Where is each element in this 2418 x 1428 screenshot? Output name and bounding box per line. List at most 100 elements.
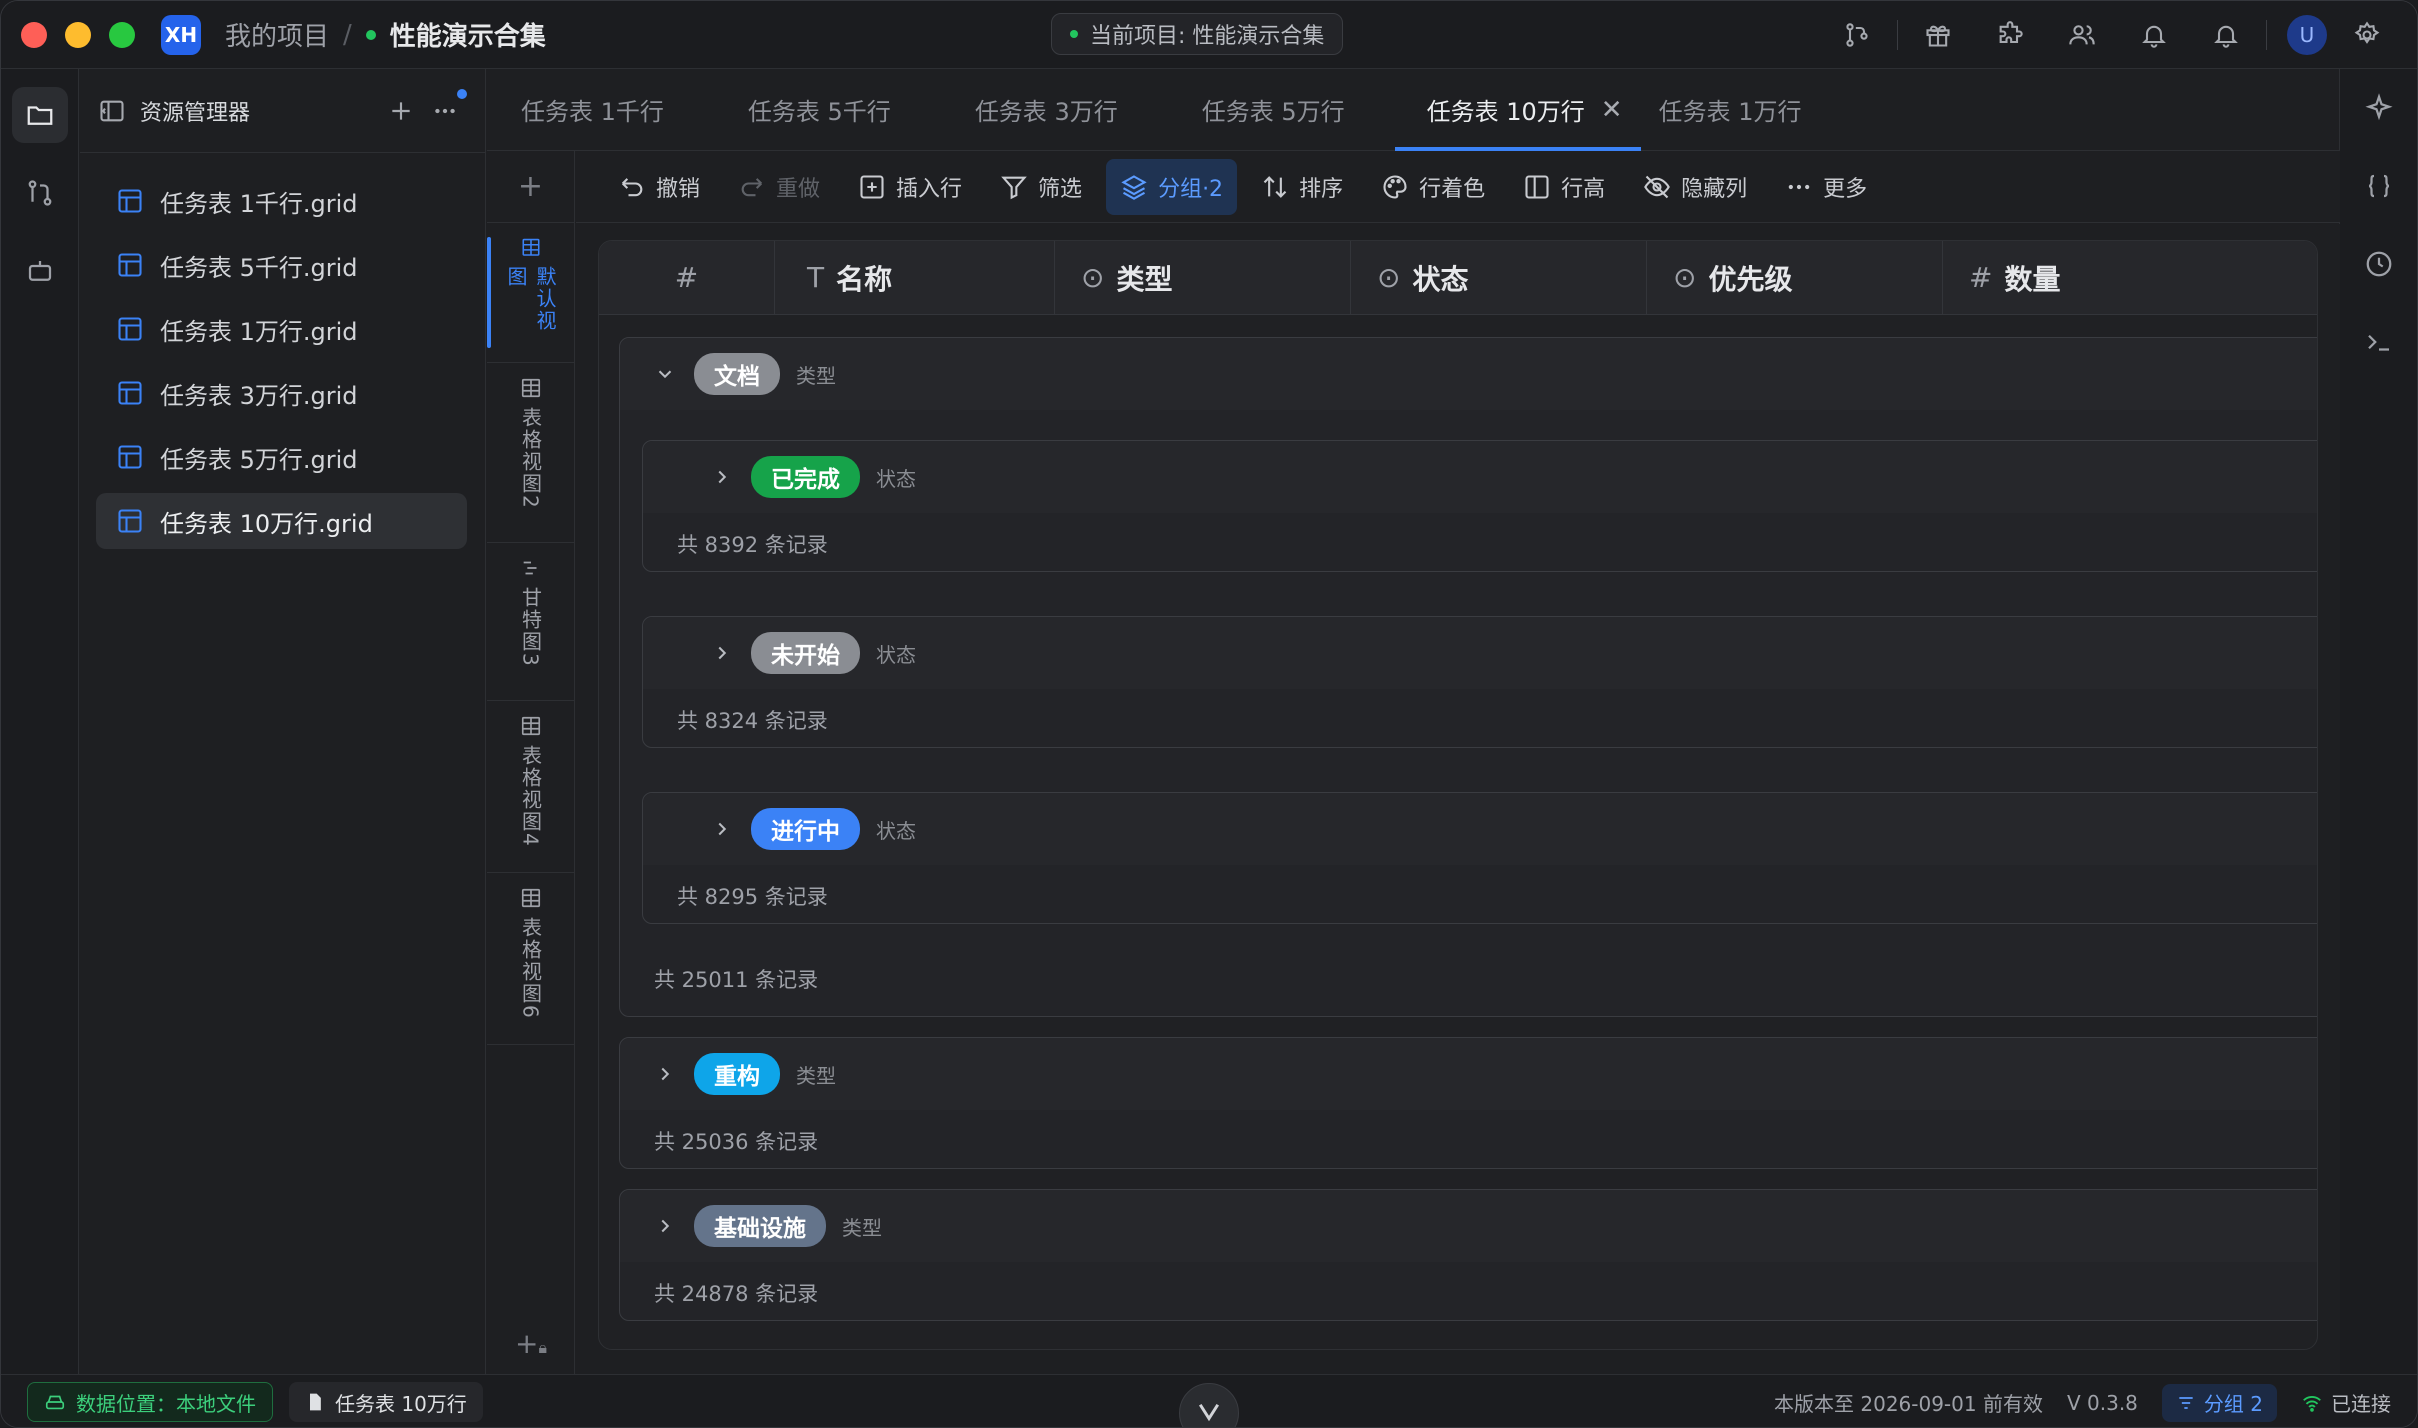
- tab-label: 任务表 5千行: [747, 98, 891, 126]
- filter-button[interactable]: 筛选: [986, 159, 1096, 215]
- subgroup-header[interactable]: 已完成 状态: [643, 441, 2317, 513]
- group-header[interactable]: 基础设施 类型: [620, 1190, 2317, 1262]
- breadcrumb-separator: /: [343, 19, 352, 50]
- redo-button[interactable]: 重做: [724, 159, 834, 215]
- column-header-type[interactable]: ⊙ 类型: [1055, 241, 1351, 314]
- view-label: 表格视图2: [518, 407, 543, 510]
- tab[interactable]: 任务表 5千行: [698, 69, 925, 150]
- column-label: #: [674, 261, 699, 294]
- column-header-quantity[interactable]: # 数量: [1943, 241, 2143, 314]
- column-header-name[interactable]: T 名称: [775, 241, 1055, 314]
- chevron-right-icon[interactable]: [654, 1063, 678, 1085]
- activity-bar: [1, 69, 79, 1374]
- sort-button[interactable]: 排序: [1247, 159, 1357, 215]
- connection-status: 已连接: [2301, 1388, 2391, 1417]
- git-compare-icon[interactable]: [12, 165, 68, 221]
- grid-file-icon: [118, 189, 142, 213]
- group-documents: 文档 类型 已完成 状态 共 8392 条记录 未开始 状态 共 8324 条记…: [619, 337, 2317, 1017]
- file-item[interactable]: 任务表 5千行.grid: [96, 237, 467, 293]
- terminal-icon[interactable]: [2340, 303, 2417, 381]
- git-branch-icon[interactable]: [1821, 11, 1893, 59]
- maximize-window-button[interactable]: [109, 21, 135, 48]
- current-project-pill[interactable]: 当前项目: 性能演示合集: [1051, 13, 1344, 55]
- chevron-right-icon[interactable]: [711, 642, 735, 664]
- select-type-icon: ⊙: [1081, 261, 1105, 294]
- subgroup-not-started: 未开始 状态 共 8324 条记录: [642, 616, 2317, 748]
- view-item[interactable]: 甘特图3: [487, 543, 575, 701]
- subgroup-header[interactable]: 进行中 状态: [643, 793, 2317, 865]
- tab-active[interactable]: 任务表 10万行 ✕: [1394, 69, 1641, 151]
- row-color-label: 行着色: [1419, 176, 1486, 202]
- more-options-button[interactable]: [423, 88, 467, 133]
- undo-button[interactable]: 撤销: [604, 159, 714, 215]
- group-record-count: 共 25011 条记录: [654, 968, 819, 992]
- add-view-button[interactable]: +: [487, 151, 574, 223]
- tab[interactable]: 任务表 1万行: [1641, 69, 1836, 150]
- clock-icon[interactable]: [2340, 225, 2417, 303]
- tab[interactable]: 任务表 1千行: [487, 69, 698, 150]
- gift-icon[interactable]: [1902, 11, 1974, 59]
- puzzle-icon[interactable]: [1974, 11, 2046, 59]
- current-file-label: 任务表 10万行: [335, 1391, 467, 1416]
- chevron-down-icon[interactable]: [654, 363, 678, 385]
- column-header-index[interactable]: #: [599, 241, 775, 314]
- breadcrumb-root[interactable]: 我的项目: [225, 16, 329, 53]
- file-item[interactable]: 任务表 1千行.grid: [96, 173, 467, 229]
- chevron-right-icon[interactable]: [654, 1215, 678, 1237]
- redo-label: 重做: [776, 176, 821, 202]
- column-header-priority[interactable]: ⊙ 优先级: [1647, 241, 1943, 314]
- add-file-button[interactable]: [379, 89, 423, 133]
- chevron-right-icon[interactable]: [711, 466, 735, 488]
- close-window-button[interactable]: [21, 21, 47, 48]
- group-header[interactable]: 文档 类型: [620, 338, 2317, 410]
- file-item[interactable]: 任务表 1万行.grid: [96, 301, 467, 357]
- status-badge: 未开始: [751, 632, 860, 674]
- view-item[interactable]: 表格视图4: [487, 701, 575, 873]
- group-button[interactable]: 分组·2: [1106, 158, 1238, 215]
- subgroup-header[interactable]: 未开始 状态: [643, 617, 2317, 689]
- gear-icon[interactable]: [2343, 11, 2391, 59]
- robot-icon[interactable]: [12, 243, 68, 299]
- row-height-button[interactable]: 行高: [1509, 159, 1619, 215]
- view-item[interactable]: 表格视图6: [487, 873, 575, 1045]
- select-type-icon: ⊙: [1673, 261, 1697, 294]
- insert-row-button[interactable]: 插入行: [844, 159, 976, 215]
- braces-icon[interactable]: [2340, 147, 2417, 225]
- group-count-badge[interactable]: 分组 2: [2161, 1383, 2277, 1422]
- tab[interactable]: 任务表 3万行: [925, 69, 1152, 150]
- file-item[interactable]: 任务表 3万行.grid: [96, 365, 467, 421]
- breadcrumb-project[interactable]: 性能演示合集: [390, 16, 546, 53]
- view-item-active[interactable]: 默认视图: [487, 223, 575, 363]
- file-item-active[interactable]: 任务表 10万行.grid: [96, 493, 467, 549]
- current-file-badge[interactable]: 任务表 10万行: [289, 1382, 483, 1422]
- more-button[interactable]: 更多: [1771, 159, 1881, 215]
- file-item[interactable]: 任务表 5万行.grid: [96, 429, 467, 485]
- license-text: 本版本至 2026-09-01 前有效: [1774, 1392, 2043, 1416]
- hide-columns-button[interactable]: 隐藏列: [1629, 159, 1761, 215]
- sparkle-icon[interactable]: [2340, 69, 2417, 147]
- add-locked-view-button[interactable]: +🔒︎: [487, 1327, 575, 1360]
- minimize-window-button[interactable]: [65, 21, 91, 48]
- tab-label: 任务表 10万行: [1426, 98, 1585, 126]
- group-header[interactable]: 重构 类型: [620, 1038, 2317, 1110]
- data-location-badge[interactable]: 数据位置：本地文件: [27, 1382, 273, 1422]
- column-label: 类型: [1116, 262, 1173, 296]
- chevron-right-icon[interactable]: [711, 818, 735, 840]
- tab[interactable]: 任务表 5万行: [1152, 69, 1379, 150]
- bell-icon[interactable]: [2190, 11, 2262, 59]
- folder-icon[interactable]: [12, 87, 68, 143]
- column-header-status[interactable]: ⊙ 状态: [1351, 241, 1647, 314]
- row-color-button[interactable]: 行着色: [1367, 159, 1499, 215]
- avatar[interactable]: U: [2287, 15, 2327, 55]
- users-icon[interactable]: [2046, 11, 2118, 59]
- tab-label: 任务表 1万行: [1658, 98, 1802, 126]
- sort-icon: [1263, 175, 1287, 198]
- sidebar-toggle-icon[interactable]: [98, 97, 126, 125]
- view-item[interactable]: 表格视图2: [487, 363, 575, 543]
- record-count: 共 8295 条记录: [677, 885, 828, 909]
- explorer-header: 资源管理器: [80, 69, 485, 153]
- bell-icon[interactable]: [2118, 11, 2190, 59]
- close-tab-icon[interactable]: ✕: [1601, 95, 1623, 125]
- subgroup-in-progress: 进行中 状态 共 8295 条记录: [642, 792, 2317, 924]
- grid-file-icon: [118, 445, 142, 469]
